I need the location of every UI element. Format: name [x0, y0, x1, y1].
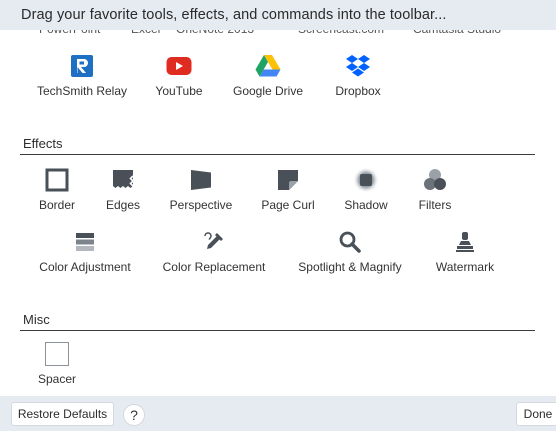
edges-icon	[110, 167, 136, 193]
help-button[interactable]: ?	[123, 404, 145, 426]
tool-color-adjustment[interactable]: Color Adjustment	[30, 226, 140, 276]
google-drive-icon	[255, 53, 281, 79]
tool-spotlight-magnify[interactable]: Spotlight & Magnify	[290, 226, 410, 276]
tool-label: Color Adjustment	[39, 260, 131, 274]
color-adjustment-icon	[72, 229, 98, 255]
tool-color-replacement[interactable]: Color Replacement	[158, 226, 270, 276]
tool-youtube[interactable]: YouTube	[144, 50, 214, 100]
perspective-icon	[188, 167, 214, 193]
tool-watermark[interactable]: Watermark	[428, 226, 502, 276]
border-icon	[44, 167, 70, 193]
spacer-icon	[44, 341, 70, 367]
section-divider	[20, 154, 535, 155]
tool-dropbox[interactable]: Dropbox	[326, 50, 390, 100]
section-title-effects: Effects	[23, 136, 63, 151]
spotlight-magnify-icon	[337, 229, 363, 255]
tool-border[interactable]: Border	[30, 164, 84, 214]
tool-label: TechSmith Relay	[36, 84, 128, 98]
tool-label: Dropbox	[335, 84, 381, 98]
tool-page-curl[interactable]: Page Curl	[256, 164, 320, 214]
tool-spacer[interactable]: Spacer	[30, 338, 84, 388]
tool-google-drive[interactable]: Google Drive	[226, 50, 310, 100]
tool-label: Shadow	[344, 198, 388, 212]
tool-edges[interactable]: Edges	[96, 164, 150, 214]
tool-label: Edges	[105, 198, 141, 212]
tool-filters[interactable]: Filters	[408, 164, 462, 214]
tool-label: Filters	[418, 198, 452, 212]
tool-techsmith-relay[interactable]: TechSmith Relay	[30, 50, 134, 100]
page-curl-icon	[275, 167, 301, 193]
filters-icon	[422, 167, 448, 193]
color-replacement-icon	[201, 229, 227, 255]
tool-label: Spacer	[37, 372, 77, 386]
tool-label: YouTube	[155, 84, 203, 98]
instruction-text: Drag your favorite tools, effects, and c…	[21, 7, 447, 23]
tool-perspective[interactable]: Perspective	[164, 164, 238, 214]
restore-defaults-button[interactable]: Restore Defaults	[11, 402, 114, 426]
techsmith-relay-icon	[69, 53, 95, 79]
section-title-misc: Misc	[23, 312, 50, 327]
tool-label: Page Curl	[261, 198, 315, 212]
tool-shadow[interactable]: Shadow	[336, 164, 396, 214]
watermark-icon	[452, 229, 478, 255]
youtube-icon	[166, 53, 192, 79]
instruction-header: Drag your favorite tools, effects, and c…	[0, 0, 556, 30]
tool-label: Watermark	[435, 260, 495, 274]
tool-label: Spotlight & Magnify	[298, 260, 402, 274]
tools-scroll-area[interactable]: PowerPoint Excel OneNote 2013 Screencast…	[0, 0, 556, 396]
tool-label: Border	[38, 198, 76, 212]
tool-label: Perspective	[169, 198, 233, 212]
section-divider	[20, 330, 535, 331]
tool-label: Google Drive	[232, 84, 304, 98]
done-button[interactable]: Done	[516, 402, 556, 426]
tool-label: Color Replacement	[162, 260, 266, 274]
shadow-icon	[353, 167, 379, 193]
dropbox-icon	[345, 53, 371, 79]
